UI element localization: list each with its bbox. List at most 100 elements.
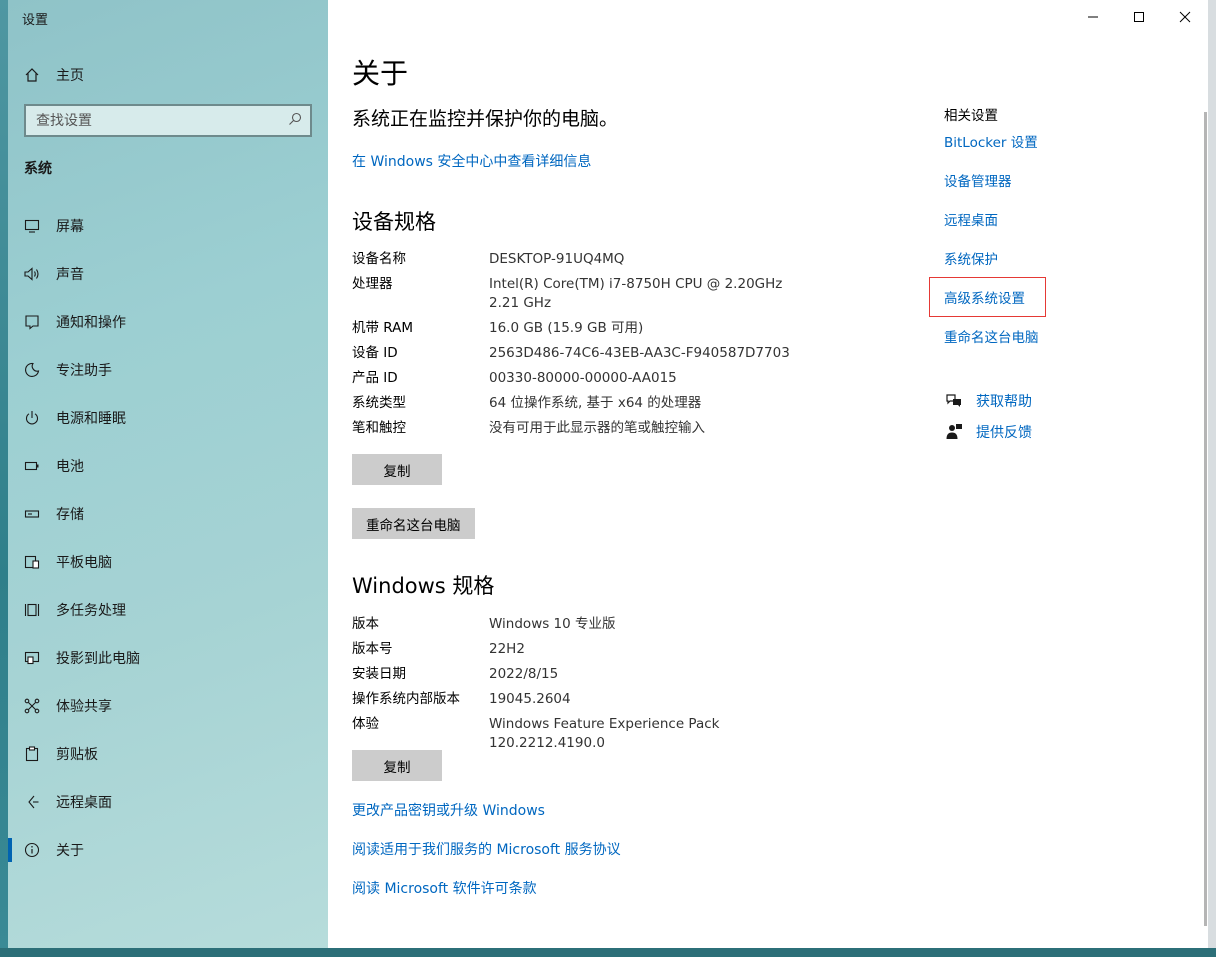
spec-key: 处理器 <box>352 276 393 292</box>
clipboard-icon <box>22 744 42 764</box>
search-icon[interactable] <box>288 111 302 130</box>
close-button[interactable] <box>1162 0 1208 34</box>
sidebar-item-remote-desktop[interactable]: 远程桌面 <box>8 778 328 826</box>
change-product-key-link[interactable]: 更改产品密钥或升级 Windows <box>352 800 545 820</box>
sidebar-item-label: 远程桌面 <box>56 795 112 811</box>
page-title: 关于 <box>352 57 409 90</box>
close-icon <box>1179 11 1191 23</box>
system-protection-link[interactable]: 系统保护 <box>944 248 998 268</box>
copy-windows-specs-button[interactable]: 复制 <box>352 750 442 781</box>
feedback-link[interactable]: 提供反馈 <box>976 422 1032 442</box>
spec-value: Intel(R) Core(TM) i7-8750H CPU @ 2.20GHz… <box>489 276 783 311</box>
license-terms-link[interactable]: 阅读 Microsoft 软件许可条款 <box>352 878 537 898</box>
device-manager-link[interactable]: 设备管理器 <box>944 170 1012 190</box>
remote-desktop-link[interactable]: 远程桌面 <box>944 209 998 229</box>
sidebar-item-label: 通知和操作 <box>56 315 126 331</box>
sidebar: 设置 主页 系统 屏幕 声音 通知和操作 <box>8 0 328 948</box>
search-box <box>24 104 312 137</box>
power-icon <box>22 408 42 428</box>
sidebar-item-battery[interactable]: 电池 <box>8 442 328 490</box>
multitask-icon <box>22 600 42 620</box>
share-icon <box>22 696 42 716</box>
sidebar-item-label: 剪贴板 <box>56 747 98 763</box>
bitlocker-settings-link[interactable]: BitLocker 设置 <box>944 131 1038 151</box>
feedback-icon <box>944 422 964 442</box>
spec-key: 操作系统内部版本 <box>352 691 460 707</box>
sidebar-item-storage[interactable]: 存储 <box>8 490 328 538</box>
spec-value: 16.0 GB (15.9 GB 可用) <box>489 320 644 336</box>
app-title: 设置 <box>22 13 49 28</box>
maximize-button[interactable] <box>1116 0 1162 34</box>
copy-device-specs-button[interactable]: 复制 <box>352 454 442 485</box>
settings-window: 设置 主页 系统 屏幕 声音 通知和操作 <box>8 0 1208 948</box>
related-settings-title: 相关设置 <box>944 108 998 124</box>
get-help-row[interactable]: 获取帮助 <box>944 391 1032 411</box>
sidebar-item-label: 专注助手 <box>56 363 112 379</box>
sidebar-item-power[interactable]: 电源和睡眠 <box>8 394 328 442</box>
sidebar-item-display[interactable]: 屏幕 <box>8 202 328 250</box>
feedback-row[interactable]: 提供反馈 <box>944 422 1032 442</box>
sidebar-item-label: 电池 <box>56 459 84 475</box>
minimize-button[interactable] <box>1070 0 1116 34</box>
storage-icon <box>22 504 42 524</box>
sidebar-item-about[interactable]: 关于 <box>8 826 328 874</box>
sidebar-item-multitasking[interactable]: 多任务处理 <box>8 586 328 634</box>
device-specs-heading: 设备规格 <box>352 210 436 234</box>
advanced-system-settings-link[interactable]: 高级系统设置 <box>944 287 1025 307</box>
spec-key: 笔和触控 <box>352 420 406 436</box>
get-help-link[interactable]: 获取帮助 <box>976 391 1032 411</box>
spec-value: 64 位操作系统, 基于 x64 的处理器 <box>489 395 702 411</box>
protection-status: 系统正在监控并保护你的电脑。 <box>352 108 619 130</box>
sidebar-item-shared-experiences[interactable]: 体验共享 <box>8 682 328 730</box>
search-input[interactable] <box>36 112 276 129</box>
spec-key: 版本 <box>352 616 379 632</box>
spec-row-pen-touch: 笔和触控 没有可用于此显示器的笔或触控输入 <box>352 419 832 438</box>
spec-value: 2563D486-74C6-43EB-AA3C-F940587D7703 <box>489 345 790 361</box>
speaker-icon <box>22 264 42 284</box>
project-icon <box>22 648 42 668</box>
desktop-background-right <box>1208 0 1216 957</box>
spec-key: 产品 ID <box>352 370 398 386</box>
moon-icon <box>22 360 42 380</box>
sidebar-item-label: 电源和睡眠 <box>56 411 126 427</box>
scrollbar[interactable] <box>1204 112 1207 926</box>
sidebar-item-notifications[interactable]: 通知和操作 <box>8 298 328 346</box>
rename-this-pc-link[interactable]: 重命名这台电脑 <box>944 326 1039 346</box>
nav-home[interactable]: 主页 <box>8 58 328 92</box>
spec-value: DESKTOP-91UQ4MQ <box>489 251 625 267</box>
sidebar-nav-list: 屏幕 声音 通知和操作 专注助手 电源和睡眠 电池 存储 平板电脑 多任务处理 … <box>8 202 328 874</box>
spec-value: Windows 10 专业版 <box>489 616 616 632</box>
windows-specs-table: 版本 Windows 10 专业版 版本号 22H2 安装日期 2022/8/1… <box>352 615 832 759</box>
desktop-background-left <box>0 0 8 957</box>
sidebar-item-projecting[interactable]: 投影到此电脑 <box>8 634 328 682</box>
spec-key: 版本号 <box>352 641 393 657</box>
sidebar-item-label: 投影到此电脑 <box>56 651 140 667</box>
sidebar-item-sound[interactable]: 声音 <box>8 250 328 298</box>
info-icon <box>22 840 42 860</box>
monitor-icon <box>22 216 42 236</box>
battery-icon <box>22 456 42 476</box>
spec-row-installed-on: 安装日期 2022/8/15 <box>352 665 832 684</box>
services-agreement-link[interactable]: 阅读适用于我们服务的 Microsoft 服务协议 <box>352 839 621 859</box>
sidebar-item-label: 声音 <box>56 267 84 283</box>
sidebar-item-focus-assist[interactable]: 专注助手 <box>8 346 328 394</box>
home-icon <box>22 65 42 85</box>
sidebar-item-clipboard[interactable]: 剪贴板 <box>8 730 328 778</box>
notification-icon <box>22 312 42 332</box>
sidebar-item-tablet[interactable]: 平板电脑 <box>8 538 328 586</box>
minimize-icon <box>1088 16 1098 18</box>
security-center-link[interactable]: 在 Windows 安全中心中查看详细信息 <box>352 151 591 171</box>
spec-value: 2022/8/15 <box>489 666 559 682</box>
remote-desktop-icon <box>22 792 42 812</box>
spec-row-device-id: 设备 ID 2563D486-74C6-43EB-AA3C-F940587D77… <box>352 344 832 363</box>
sidebar-section-heading: 系统 <box>24 161 52 177</box>
tablet-icon <box>22 552 42 572</box>
spec-row-version: 版本号 22H2 <box>352 640 832 659</box>
nav-home-label: 主页 <box>56 68 84 84</box>
spec-key: 机带 RAM <box>352 320 414 336</box>
spec-row-processor: 处理器 Intel(R) Core(TM) i7-8750H CPU @ 2.2… <box>352 275 832 313</box>
rename-pc-button[interactable]: 重命名这台电脑 <box>352 508 475 539</box>
spec-row-product-id: 产品 ID 00330-80000-00000-AA015 <box>352 369 832 388</box>
sidebar-item-label: 屏幕 <box>56 219 84 235</box>
spec-row-system-type: 系统类型 64 位操作系统, 基于 x64 的处理器 <box>352 394 832 413</box>
